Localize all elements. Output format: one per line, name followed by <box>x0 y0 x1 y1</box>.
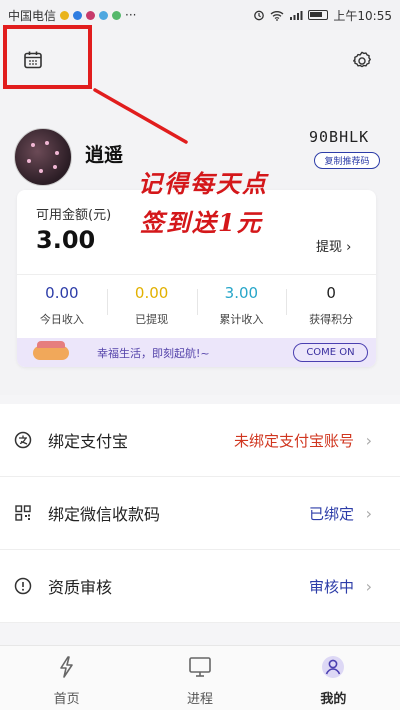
menu-label: 绑定微信收款码 <box>48 505 161 524</box>
stat-value: 0.00 <box>134 284 169 302</box>
annotation-text-line-2: 签到送1元 <box>140 208 263 237</box>
app-notification-icon <box>99 10 109 20</box>
stat-today-income[interactable]: 0.00 今日收入 <box>17 283 107 327</box>
app-notification-icon <box>86 10 96 20</box>
stat-value: 0 <box>326 284 336 302</box>
balance-label: 可用金额(元) <box>36 208 112 223</box>
avatar[interactable] <box>14 128 72 186</box>
invite-code: 90BHLK <box>309 128 370 146</box>
menu-item-qualification-review[interactable]: 资质审核 审核中 › <box>0 550 400 623</box>
settings-button[interactable] <box>348 47 376 75</box>
menu-label: 绑定支付宝 <box>48 432 129 451</box>
tab-label: 首页 <box>53 692 80 707</box>
clock: 上午10:55 <box>333 8 392 23</box>
promo-banner[interactable]: 幸福生活，即刻起航!~ COME ON <box>17 338 376 367</box>
signal-icon <box>290 10 303 20</box>
income-stats: 0.00 今日收入 0.00 已提现 3.00 累计收入 0 获得积分 <box>17 283 376 327</box>
withdraw-button[interactable]: 提现 › <box>316 236 351 255</box>
app-notification-icon <box>60 10 70 20</box>
wifi-icon <box>270 10 284 21</box>
stat-value: 3.00 <box>224 284 259 302</box>
more-notifications: ··· <box>125 8 137 22</box>
info-icon <box>14 577 32 595</box>
stat-label: 今日收入 <box>39 313 84 326</box>
tab-mine[interactable]: 我的 <box>267 646 400 710</box>
stat-withdrawn[interactable]: 0.00 已提现 <box>106 283 197 327</box>
chevron-right-icon: › <box>365 503 372 523</box>
lightning-icon <box>59 656 73 678</box>
banner-text: 幸福生活，即刻起航!~ <box>97 347 210 360</box>
stat-value: 0.00 <box>45 284 79 302</box>
tab-progress[interactable]: 进程 <box>133 646 266 710</box>
gear-icon <box>352 51 371 68</box>
monitor-icon <box>189 657 211 677</box>
card-divider <box>17 274 376 275</box>
menu-item-bind-alipay[interactable]: 绑定支付宝 未绑定支付宝账号 › <box>0 404 400 477</box>
stat-label: 已提现 <box>135 313 169 326</box>
come-on-button[interactable]: COME ON <box>293 343 368 362</box>
carrier-label: 中国电信 <box>8 8 57 23</box>
balance-value: 3.00 <box>36 226 96 254</box>
app-notification-icon <box>73 10 83 20</box>
stat-total-income[interactable]: 3.00 累计收入 <box>196 283 287 327</box>
person-icon <box>322 656 345 678</box>
tab-label: 我的 <box>320 692 347 707</box>
settings-menu: 绑定支付宝 未绑定支付宝账号 › 绑定微信收款码 已绑定 › 资质审核 审核中 … <box>0 404 400 623</box>
stat-points[interactable]: 0 获得积分 <box>286 283 376 327</box>
bottom-tab-bar: 首页 进程 我的 <box>0 645 400 710</box>
copy-invite-code-button[interactable]: 复制推荐码 <box>314 152 380 169</box>
battery-icon <box>308 10 329 20</box>
chevron-right-icon: › <box>365 430 372 450</box>
alipay-icon <box>14 431 32 449</box>
menu-value: 未绑定支付宝账号 <box>233 431 354 450</box>
menu-value: 审核中 <box>308 577 354 596</box>
menu-value: 已绑定 <box>308 504 354 523</box>
annotation-text-line-1: 记得每天点 <box>138 169 268 198</box>
menu-item-bind-wechat[interactable]: 绑定微信收款码 已绑定 › <box>0 477 400 550</box>
stat-label: 获得积分 <box>309 313 354 326</box>
annotation-highlight-box <box>3 25 92 89</box>
username: 逍遥 <box>85 144 124 166</box>
tab-label: 进程 <box>186 692 213 707</box>
alarm-icon <box>254 10 265 21</box>
chevron-right-icon: › <box>365 576 372 596</box>
qrcode-icon <box>14 504 32 522</box>
app-notification-icon <box>112 10 122 20</box>
menu-label: 资质审核 <box>48 578 113 597</box>
tab-home[interactable]: 首页 <box>0 646 133 710</box>
boat-icon <box>33 341 69 360</box>
stat-label: 累计收入 <box>219 313 264 326</box>
